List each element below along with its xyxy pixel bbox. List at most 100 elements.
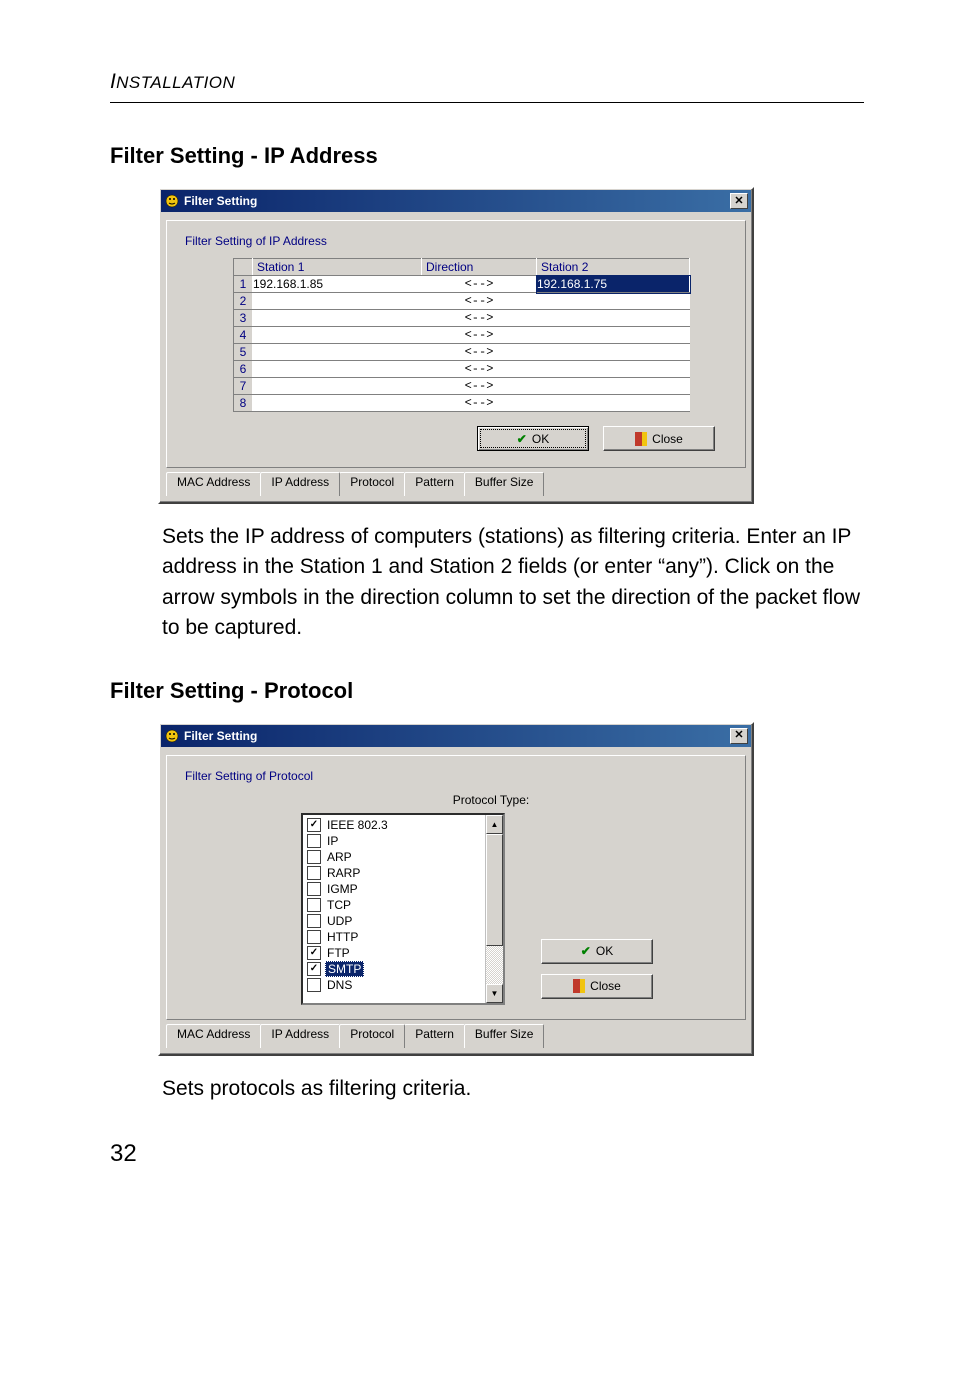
list-item-label: TCP — [325, 898, 353, 912]
filter-setting-dialog-ip: Filter Setting ✕ Filter Setting of IP Ad… — [158, 187, 754, 504]
station2-cell[interactable] — [537, 327, 690, 344]
ok-label: OK — [596, 944, 613, 958]
station1-cell[interactable] — [253, 361, 422, 378]
tab-protocol[interactable]: Protocol — [339, 472, 405, 496]
checkbox[interactable] — [307, 866, 321, 880]
list-item[interactable]: DNS — [306, 977, 485, 993]
station1-cell[interactable] — [253, 310, 422, 327]
scrollbar[interactable]: ▲ ▼ — [485, 815, 503, 1003]
list-item-label: ARP — [325, 850, 354, 864]
table-row[interactable]: 8<--> — [234, 395, 690, 412]
checkbox[interactable] — [307, 850, 321, 864]
checkbox[interactable] — [307, 946, 321, 960]
station1-cell[interactable] — [253, 344, 422, 361]
tab-protocol[interactable]: Protocol — [339, 1024, 405, 1048]
direction-cell[interactable]: <--> — [422, 293, 537, 310]
row-number: 4 — [234, 327, 253, 344]
station2-cell[interactable] — [537, 310, 690, 327]
close-button[interactable]: Close — [541, 974, 653, 999]
direction-cell[interactable]: <--> — [422, 378, 537, 395]
close-button[interactable]: Close — [603, 426, 715, 451]
checkbox[interactable] — [307, 882, 321, 896]
row-number: 6 — [234, 361, 253, 378]
ok-button[interactable]: ✔ OK — [477, 426, 589, 451]
list-item-label: DNS — [325, 978, 354, 992]
scroll-thumb[interactable] — [486, 834, 503, 946]
scroll-down-icon[interactable]: ▼ — [486, 984, 503, 1003]
tab-content-protocol: Filter Setting of Protocol Protocol Type… — [166, 755, 746, 1020]
checkbox[interactable] — [307, 898, 321, 912]
checkbox[interactable] — [307, 818, 321, 832]
tab-ip-address[interactable]: IP Address — [260, 472, 340, 496]
section-title-protocol: Filter Setting - Protocol — [110, 678, 864, 704]
body-text-ip: Sets the IP address of computers (statio… — [162, 522, 864, 644]
check-icon: ✔ — [581, 944, 591, 958]
checkbox[interactable] — [307, 834, 321, 848]
checkbox[interactable] — [307, 930, 321, 944]
station2-cell[interactable] — [537, 344, 690, 361]
close-icon[interactable]: ✕ — [730, 728, 748, 744]
ok-button[interactable]: ✔ OK — [541, 939, 653, 964]
station2-cell[interactable] — [537, 361, 690, 378]
list-item[interactable]: UDP — [306, 913, 485, 929]
list-item[interactable]: FTP — [306, 945, 485, 961]
running-header-rest: NSTALLATION — [116, 73, 235, 92]
direction-cell[interactable]: <--> — [422, 327, 537, 344]
section-title-ip: Filter Setting - IP Address — [110, 143, 864, 169]
scroll-up-icon[interactable]: ▲ — [486, 815, 503, 834]
list-item[interactable]: HTTP — [306, 929, 485, 945]
table-row[interactable]: 3<--> — [234, 310, 690, 327]
tab-content-ip: Filter Setting of IP Address Station 1 D… — [166, 220, 746, 468]
row-number: 1 — [234, 276, 253, 293]
station2-cell[interactable] — [537, 293, 690, 310]
list-item[interactable]: IEEE 802.3 — [306, 817, 485, 833]
protocol-listbox[interactable]: IEEE 802.3IPARPRARPIGMPTCPUDPHTTPFTPSMTP… — [301, 813, 505, 1005]
ip-filter-table[interactable]: Station 1 Direction Station 2 1192.168.1… — [233, 258, 690, 412]
checkbox[interactable] — [307, 962, 321, 976]
direction-cell[interactable]: <--> — [422, 395, 537, 412]
list-item[interactable]: ARP — [306, 849, 485, 865]
direction-cell[interactable]: <--> — [422, 344, 537, 361]
tab-pattern[interactable]: Pattern — [404, 472, 465, 496]
direction-cell[interactable]: <--> — [422, 310, 537, 327]
table-row[interactable]: 1192.168.1.85<-->192.168.1.75 — [234, 276, 690, 293]
list-item[interactable]: RARP — [306, 865, 485, 881]
tab-ip-address[interactable]: IP Address — [260, 1024, 340, 1048]
station2-cell[interactable] — [537, 378, 690, 395]
table-row[interactable]: 2<--> — [234, 293, 690, 310]
station2-cell[interactable]: 192.168.1.75 — [537, 276, 690, 293]
header-direction[interactable]: Direction — [422, 259, 537, 276]
checkbox[interactable] — [307, 914, 321, 928]
row-number: 7 — [234, 378, 253, 395]
scroll-track[interactable] — [486, 834, 503, 984]
direction-cell[interactable]: <--> — [422, 361, 537, 378]
header-station1[interactable]: Station 1 — [253, 259, 422, 276]
list-item[interactable]: SMTP — [306, 961, 485, 977]
tab-buffer-size[interactable]: Buffer Size — [464, 1024, 544, 1048]
list-item[interactable]: TCP — [306, 897, 485, 913]
table-row[interactable]: 6 <--> — [234, 361, 690, 378]
station1-cell[interactable] — [253, 327, 422, 344]
list-item[interactable]: IP — [306, 833, 485, 849]
header-station2[interactable]: Station 2 — [537, 259, 690, 276]
dialog-title: Filter Setting — [184, 729, 257, 743]
checkbox[interactable] — [307, 978, 321, 992]
tab-mac-address[interactable]: MAC Address — [166, 1024, 261, 1048]
direction-cell[interactable]: <--> — [422, 276, 537, 293]
station2-cell[interactable] — [537, 395, 690, 412]
table-row[interactable]: 7 <--> — [234, 378, 690, 395]
door-icon — [573, 979, 585, 993]
station1-cell[interactable] — [253, 395, 422, 412]
station1-cell[interactable] — [253, 293, 422, 310]
table-row[interactable]: 5<--> — [234, 344, 690, 361]
close-icon[interactable]: ✕ — [730, 193, 748, 209]
list-item[interactable]: IGMP — [306, 881, 485, 897]
station1-cell[interactable] — [253, 378, 422, 395]
tabstrip-ip: MAC Address IP Address Protocol Pattern … — [166, 472, 746, 496]
tab-mac-address[interactable]: MAC Address — [166, 472, 261, 496]
close-label: Close — [652, 432, 683, 446]
station1-cell[interactable]: 192.168.1.85 — [253, 276, 422, 293]
tab-pattern[interactable]: Pattern — [404, 1024, 465, 1048]
tab-buffer-size[interactable]: Buffer Size — [464, 472, 544, 496]
table-row[interactable]: 4 <--> — [234, 327, 690, 344]
